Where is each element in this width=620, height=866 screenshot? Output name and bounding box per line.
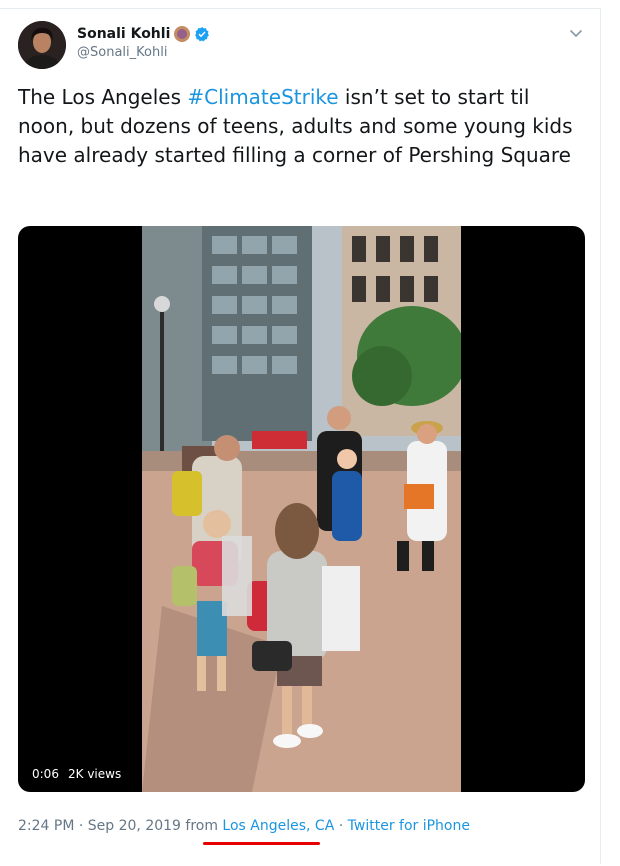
annotation-underline	[203, 842, 320, 845]
tweet-text: The Los Angeles #ClimateStrike isn’t set…	[18, 83, 578, 170]
chevron-down-icon[interactable]	[567, 24, 585, 42]
tweet-text-before: The Los Angeles	[18, 85, 188, 109]
tweet-meta: 2:24 PM · Sep 20, 2019 from Los Angeles,…	[18, 818, 470, 834]
display-name[interactable]: Sonali Kohli	[77, 26, 170, 42]
author-handle[interactable]: @Sonali_Kohli	[77, 45, 167, 60]
verified-badge-icon	[195, 27, 210, 42]
video-frame	[142, 226, 461, 792]
meta-separator: ·	[334, 818, 348, 834]
source-link[interactable]: Twitter for iPhone	[348, 818, 470, 834]
author-name-row: Sonali Kohli	[77, 24, 210, 44]
video-duration-badge: 0:06	[26, 765, 65, 784]
location-link[interactable]: Los Angeles, CA	[222, 818, 334, 834]
video-player[interactable]: 0:06 2K views	[18, 226, 585, 792]
hashtag-link[interactable]: #ClimateStrike	[187, 85, 338, 109]
avatar[interactable]	[18, 21, 66, 69]
tweet-time-date[interactable]: 2:24 PM · Sep 20, 2019 from	[18, 818, 222, 834]
emoji-icon	[174, 26, 191, 42]
video-views-badge: 2K views	[62, 765, 128, 784]
